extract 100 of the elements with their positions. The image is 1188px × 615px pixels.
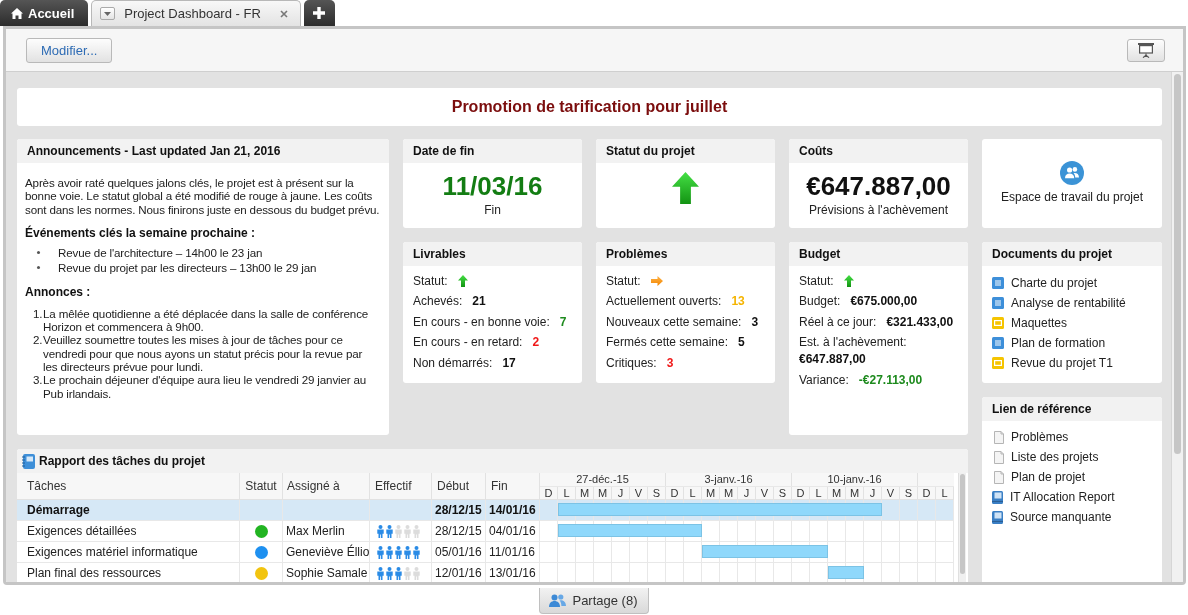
document-link[interactable]: Problèmes (992, 427, 1156, 447)
stat-label: En cours - en retard: (413, 334, 523, 352)
stat-label: Budget: (799, 293, 841, 311)
document-link[interactable]: Plan de projet (992, 467, 1156, 487)
stat-label: Variance: (799, 371, 849, 389)
table-cell: 14/01/16 (486, 500, 540, 520)
people-icon (549, 594, 567, 607)
list-item-text: Revue du projet par les directeurs – 13h00 le 29 jan (58, 259, 317, 275)
table-cell: Exigences matériel informatique (17, 542, 240, 562)
document-link[interactable]: Charte du projet (992, 273, 1156, 293)
stat-value: 7 (559, 313, 567, 331)
edit-button[interactable]: Modifier... (26, 37, 113, 63)
tab[interactable]: Project Dashboard - FR (91, 0, 301, 26)
document-icon (992, 277, 1004, 289)
gantt-bar[interactable] (828, 566, 864, 579)
table-cell: 11/01/16 (486, 542, 540, 562)
table-cell: 28/12/15 (432, 521, 486, 541)
week-label: 3-janv.-16 (666, 473, 792, 486)
scrollbar-thumb[interactable] (1174, 74, 1181, 454)
panel-title: Announcements - Last updated Jan 21, 2016 (27, 144, 281, 158)
scrollbar[interactable] (1171, 72, 1183, 582)
document-link[interactable]: Source manquante (992, 507, 1156, 527)
list-number: 3. (32, 373, 43, 387)
column-header[interactable]: Statut (240, 473, 283, 499)
gantt-bar[interactable] (558, 524, 702, 537)
stat-label: Statut: (799, 272, 834, 290)
person-icon (404, 524, 411, 538)
person-icon (377, 566, 384, 580)
gantt-bar[interactable] (558, 503, 882, 516)
panel-title: Date de fin (413, 144, 475, 158)
share-button[interactable]: Partage (8) (539, 588, 649, 614)
person-icon (377, 545, 384, 559)
bullet-icon (37, 250, 40, 254)
presentation-button[interactable] (1127, 38, 1165, 62)
column-header[interactable]: Effectif (370, 473, 432, 499)
section-heading: Annonces : (25, 284, 92, 299)
column-header[interactable]: Tâches (17, 473, 240, 499)
person-icon (395, 566, 402, 580)
stat-value: 3 (751, 313, 759, 331)
document-link[interactable]: Revue du projet T1 (992, 353, 1156, 373)
stat-label: Nouveaux cette semaine: (606, 313, 742, 331)
cost-value: €647.887,00 (805, 171, 952, 201)
scrollbar-thumb[interactable] (960, 474, 965, 574)
list-item-text: Veuillez soumettre toutes les mises à jour de tâches pour ce vendredi pour que nous ayons un statut précis pour la revue par les directeurs prévue pour lundi. (43, 333, 364, 374)
table-cell: Max Merlin (283, 521, 370, 541)
new-tab-button[interactable] (303, 0, 335, 26)
table-cell: 04/01/16 (486, 521, 540, 541)
column-header[interactable]: Fin (486, 473, 540, 499)
stat-label: Non démarrés: (413, 354, 493, 372)
banner-title: Promotion de tarification pour juillet (451, 98, 728, 116)
document-link[interactable]: Analyse de rentabilité (992, 293, 1156, 313)
person-icon (395, 545, 402, 559)
document-link[interactable]: IT Allocation Report (992, 487, 1156, 507)
scrollbar[interactable] (958, 473, 966, 582)
tab-menu-button[interactable] (100, 7, 116, 20)
page-icon (994, 470, 1004, 484)
table-cell: 28/12/15 (432, 500, 486, 520)
document-icon (992, 297, 1004, 309)
stat-label: Statut: (606, 272, 641, 290)
person-icon (404, 545, 411, 559)
summary-row[interactable]: Démarrage 28/12/15 14/01/16 (17, 500, 954, 521)
person-icon (404, 566, 411, 580)
column-header[interactable]: Assigné à (283, 473, 370, 499)
document-link[interactable]: Plan de formation (992, 333, 1156, 353)
document-link[interactable]: Maquettes (992, 313, 1156, 333)
table-cell: Démarrage (17, 500, 240, 520)
panel-title: Lien de référence (992, 402, 1092, 416)
stat-value: 5 (738, 334, 745, 352)
book-icon (992, 490, 1003, 504)
slides-icon (992, 357, 1004, 369)
presentation-icon (1138, 42, 1154, 58)
notebook-icon (22, 453, 35, 469)
table-cell: Geneviève Éllio (283, 542, 370, 562)
stat-value: €647.887,00 (799, 351, 866, 369)
end-date-value: 11/03/16 (441, 171, 544, 201)
stat-value: 21 (472, 293, 486, 311)
stat-value: €321.433,00 (886, 313, 954, 331)
tab[interactable]: Accueil (0, 0, 89, 26)
person-icon (395, 524, 402, 538)
person-icon (386, 545, 393, 559)
workspace-card[interactable]: Espace de travail du projet (982, 139, 1162, 228)
bullet-icon (37, 265, 40, 269)
stat-label: Statut: (413, 272, 448, 290)
document-link[interactable]: Liste des projets (992, 447, 1156, 467)
close-icon[interactable] (279, 9, 288, 18)
end-date-caption: Fin (483, 203, 502, 217)
stat-value: -€27.113,00 (858, 371, 923, 389)
panel-title: Livrables (413, 247, 466, 261)
stat-label: Réel à ce jour: (799, 313, 877, 331)
person-icon (377, 524, 384, 538)
stat-label: En cours - en bonne voie: (413, 313, 550, 331)
document-icon (992, 337, 1004, 349)
plus-icon (313, 7, 326, 19)
person-icon (386, 524, 393, 538)
panel-title: Budget (799, 247, 841, 261)
gantt-bar[interactable] (702, 545, 828, 558)
book-icon (992, 510, 1003, 524)
slides-icon (992, 317, 1004, 329)
panel-title: Coûts (799, 144, 833, 158)
column-header[interactable]: Début (432, 473, 486, 499)
